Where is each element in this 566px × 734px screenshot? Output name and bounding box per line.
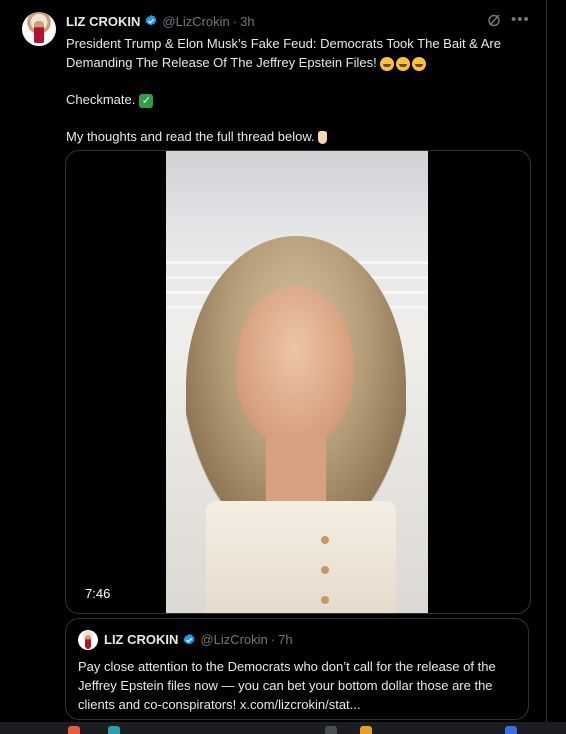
author-name[interactable]: LIZ CROKIN — [66, 14, 140, 29]
quote-text: Pay close attention to the Democrats who… — [78, 659, 496, 712]
video-player[interactable] — [65, 150, 531, 614]
tweet-text-line3: My thoughts and read the full thread bel… — [66, 129, 315, 144]
check-mark-emoji-icon: ✓ — [139, 93, 154, 108]
author-handle[interactable]: @LizCrokin — [162, 14, 229, 29]
laughing-emoji-icon — [379, 56, 426, 71]
author-avatar[interactable] — [22, 12, 56, 46]
verified-badge-icon — [145, 14, 157, 26]
video-duration: 7:46 — [85, 586, 111, 601]
quote-author-handle[interactable]: @LizCrokin — [200, 632, 267, 647]
separator: · — [270, 632, 276, 647]
quote-author-avatar[interactable] — [78, 630, 98, 650]
taskbar — [0, 722, 566, 734]
quote-time[interactable]: 7h — [278, 632, 292, 647]
pointing-down-emoji-icon — [317, 131, 327, 145]
tweet[interactable]: LIZ CROKIN @LizCrokin · 3h ••• President… — [0, 0, 546, 734]
more-options-icon[interactable]: ••• — [511, 11, 530, 28]
column-divider — [546, 0, 547, 734]
quote-author-name[interactable]: LIZ CROKIN — [104, 632, 178, 647]
quote-header: LIZ CROKIN @LizCrokin · 7h — [104, 632, 293, 647]
tweet-text-line2: Checkmate. — [66, 92, 136, 107]
quoted-tweet[interactable]: LIZ CROKIN @LizCrokin · 7h Pay close att… — [65, 618, 529, 720]
grok-icon[interactable] — [486, 12, 502, 28]
tweet-header: LIZ CROKIN @LizCrokin · 3h — [66, 12, 255, 30]
verified-badge-icon — [183, 633, 195, 644]
video-frame — [166, 151, 428, 613]
tweet-time[interactable]: 3h — [240, 14, 254, 29]
separator: · — [232, 13, 238, 29]
tweet-text: President Trump & Elon Musk’s Fake Feud:… — [66, 34, 536, 146]
tweet-text-line1: President Trump & Elon Musk’s Fake Feud:… — [66, 36, 501, 70]
